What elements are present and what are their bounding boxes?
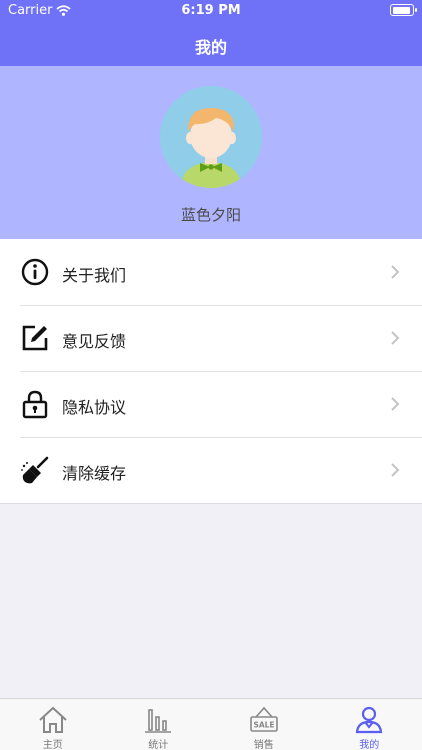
menu-label: 隐私协议	[62, 398, 127, 417]
tab-label: 统计	[148, 740, 169, 750]
nav-bar: 我的	[0, 22, 422, 66]
menu-item-privacy[interactable]: 隐私协议	[0, 371, 422, 437]
tab-home[interactable]: 主页	[0, 699, 106, 750]
menu-item-about[interactable]: 关于我们	[0, 239, 422, 305]
settings-menu: 关于我们 意见反馈 隐私协议 清除缓存	[0, 239, 422, 504]
menu-label: 关于我们	[62, 266, 127, 285]
tab-label: 我的	[359, 740, 380, 750]
avatar[interactable]	[160, 86, 262, 188]
profile-header: 蓝色夕阳	[0, 66, 422, 239]
page-title: 我的	[194, 38, 227, 57]
menu-label: 清除缓存	[62, 464, 127, 483]
info-icon	[21, 258, 49, 286]
tab-label: 主页	[42, 740, 63, 750]
menu-item-clear-cache[interactable]: 清除缓存	[0, 437, 422, 503]
battery-icon	[390, 4, 417, 16]
tab-sales[interactable]: SALE 销售	[211, 699, 317, 750]
status-bar: Carrier 6:19 PM	[0, 0, 422, 22]
chevron-right-icon	[391, 397, 400, 411]
chevron-right-icon	[391, 463, 400, 477]
menu-item-feedback[interactable]: 意见反馈	[0, 305, 422, 371]
username: 蓝色夕阳	[180, 206, 241, 224]
edit-icon	[22, 325, 48, 351]
user-icon	[356, 706, 383, 734]
home-icon	[39, 706, 67, 733]
tab-mine[interactable]: 我的	[317, 699, 422, 750]
sale-sign-text: SALE	[253, 721, 274, 730]
tab-label: 销售	[253, 740, 274, 750]
sale-sign-icon: SALE	[249, 706, 278, 732]
avatar-illustration	[160, 86, 262, 188]
menu-label: 意见反馈	[62, 332, 127, 351]
lock-icon	[22, 390, 48, 419]
tab-bar: 主页 统计 SALE 销售 我的	[0, 698, 422, 750]
chevron-right-icon	[391, 331, 400, 345]
status-time: 6:19 PM	[181, 3, 241, 18]
bar-chart-icon	[145, 709, 172, 733]
chevron-right-icon	[391, 265, 400, 279]
broom-icon	[21, 456, 49, 484]
tab-stats[interactable]: 统计	[106, 699, 212, 750]
